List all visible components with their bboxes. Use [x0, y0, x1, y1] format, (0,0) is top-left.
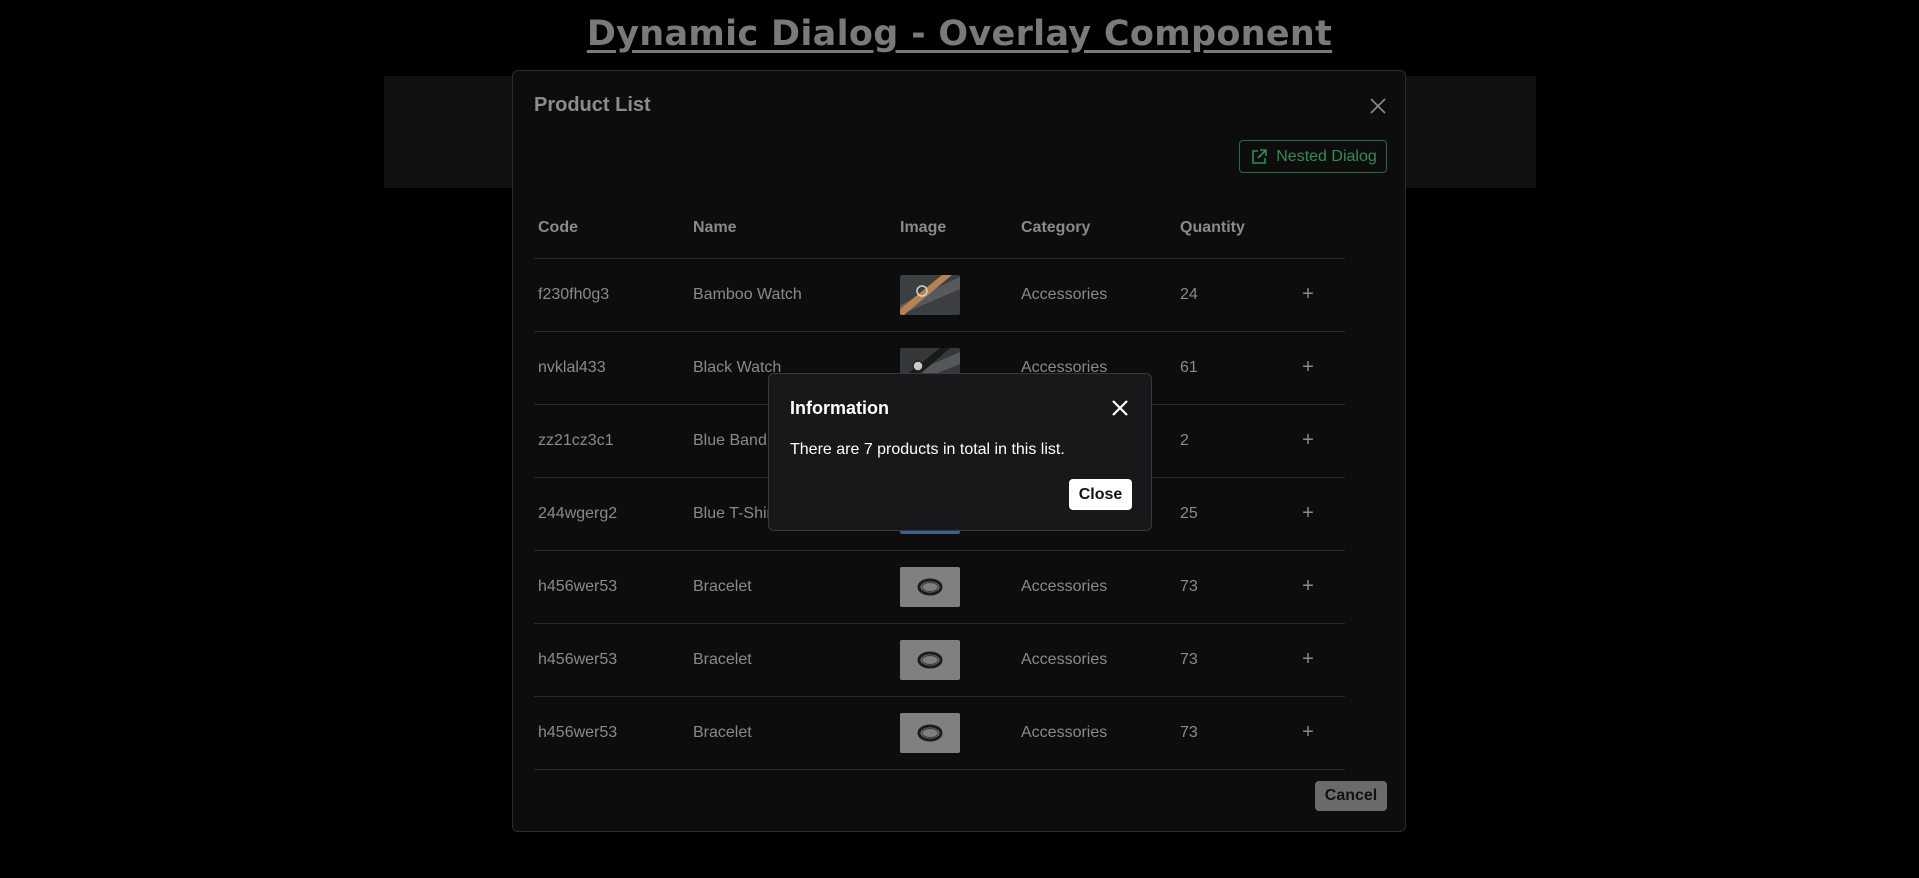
- column-header-action: [1296, 199, 1345, 259]
- cell-action: +: [1296, 550, 1345, 624]
- information-message: There are 7 products in total in this li…: [790, 441, 1065, 458]
- close-button[interactable]: Close: [1069, 479, 1132, 510]
- external-link-icon: [1249, 147, 1269, 167]
- column-header-category[interactable]: Category: [1017, 199, 1176, 259]
- cell-category: Accessories: [1017, 623, 1176, 697]
- product-image-bracelet: [900, 712, 960, 753]
- cell-action: +: [1296, 258, 1345, 332]
- cell-name: Bracelet: [689, 623, 896, 697]
- cell-code: zz21cz3c1: [534, 404, 689, 478]
- cell-quantity: 25: [1176, 477, 1296, 551]
- product-image-bracelet: [900, 639, 960, 680]
- column-header-quantity[interactable]: Quantity: [1176, 199, 1296, 259]
- page-title: Dynamic Dialog - Overlay Component: [586, 14, 1333, 54]
- cell-action: +: [1296, 331, 1345, 405]
- table-row: h456wer53 Bracelet Accessories 73 +: [534, 550, 1345, 624]
- cell-action: +: [1296, 623, 1345, 697]
- column-header-name[interactable]: Name: [689, 199, 896, 259]
- plus-icon[interactable]: +: [1300, 429, 1316, 452]
- table-row: h456wer53 Bracelet Accessories 73 +: [534, 696, 1345, 770]
- cell-category: Accessories: [1017, 258, 1176, 332]
- cell-name: Bamboo Watch: [689, 258, 896, 332]
- nested-dialog-button[interactable]: Nested Dialog: [1239, 140, 1387, 173]
- cell-quantity: 61: [1176, 331, 1296, 405]
- cell-category: Accessories: [1017, 696, 1176, 770]
- cell-image: [896, 623, 1017, 697]
- dialog-title: Product List: [534, 94, 651, 116]
- cell-category: Accessories: [1017, 550, 1176, 624]
- table-header-row: Code Name Image Category Quantity: [534, 199, 1345, 259]
- cell-code: 244wgerg2: [534, 477, 689, 551]
- product-image-bracelet: [900, 566, 960, 607]
- cell-code: f230fh0g3: [534, 258, 689, 332]
- plus-icon[interactable]: +: [1300, 721, 1316, 744]
- cell-image: [896, 696, 1017, 770]
- cell-action: +: [1296, 696, 1345, 770]
- column-header-code[interactable]: Code: [534, 199, 689, 259]
- cell-code: nvklal433: [534, 331, 689, 405]
- information-title: Information: [790, 398, 889, 418]
- cancel-button[interactable]: Cancel: [1315, 781, 1387, 811]
- close-icon[interactable]: [1366, 94, 1390, 118]
- column-header-image: Image: [896, 199, 1017, 259]
- cell-code: h456wer53: [534, 696, 689, 770]
- cell-action: +: [1296, 477, 1345, 551]
- plus-icon[interactable]: +: [1300, 648, 1316, 671]
- product-image-bamboo-watch: [900, 274, 960, 315]
- cell-action: +: [1296, 404, 1345, 478]
- plus-icon[interactable]: +: [1300, 283, 1316, 306]
- cell-quantity: 24: [1176, 258, 1296, 332]
- cell-quantity: 73: [1176, 696, 1296, 770]
- nested-dialog-label: Nested Dialog: [1276, 147, 1377, 165]
- plus-icon[interactable]: +: [1300, 575, 1316, 598]
- cell-image: [896, 550, 1017, 624]
- plus-icon[interactable]: +: [1300, 356, 1316, 379]
- information-dialog: Information There are 7 products in tota…: [768, 373, 1152, 531]
- cell-quantity: 2: [1176, 404, 1296, 478]
- cell-quantity: 73: [1176, 623, 1296, 697]
- plus-icon[interactable]: +: [1300, 502, 1316, 525]
- cell-code: h456wer53: [534, 623, 689, 697]
- cell-image: [896, 258, 1017, 332]
- cell-name: Bracelet: [689, 696, 896, 770]
- table-row: h456wer53 Bracelet Accessories 73 +: [534, 623, 1345, 697]
- cell-quantity: 73: [1176, 550, 1296, 624]
- close-icon[interactable]: [1109, 397, 1131, 419]
- table-row: f230fh0g3 Bamboo Watch Accessories 24 +: [534, 258, 1345, 332]
- cell-name: Bracelet: [689, 550, 896, 624]
- page: Dynamic Dialog - Overlay Component Produ…: [0, 0, 1919, 878]
- cell-code: h456wer53: [534, 550, 689, 624]
